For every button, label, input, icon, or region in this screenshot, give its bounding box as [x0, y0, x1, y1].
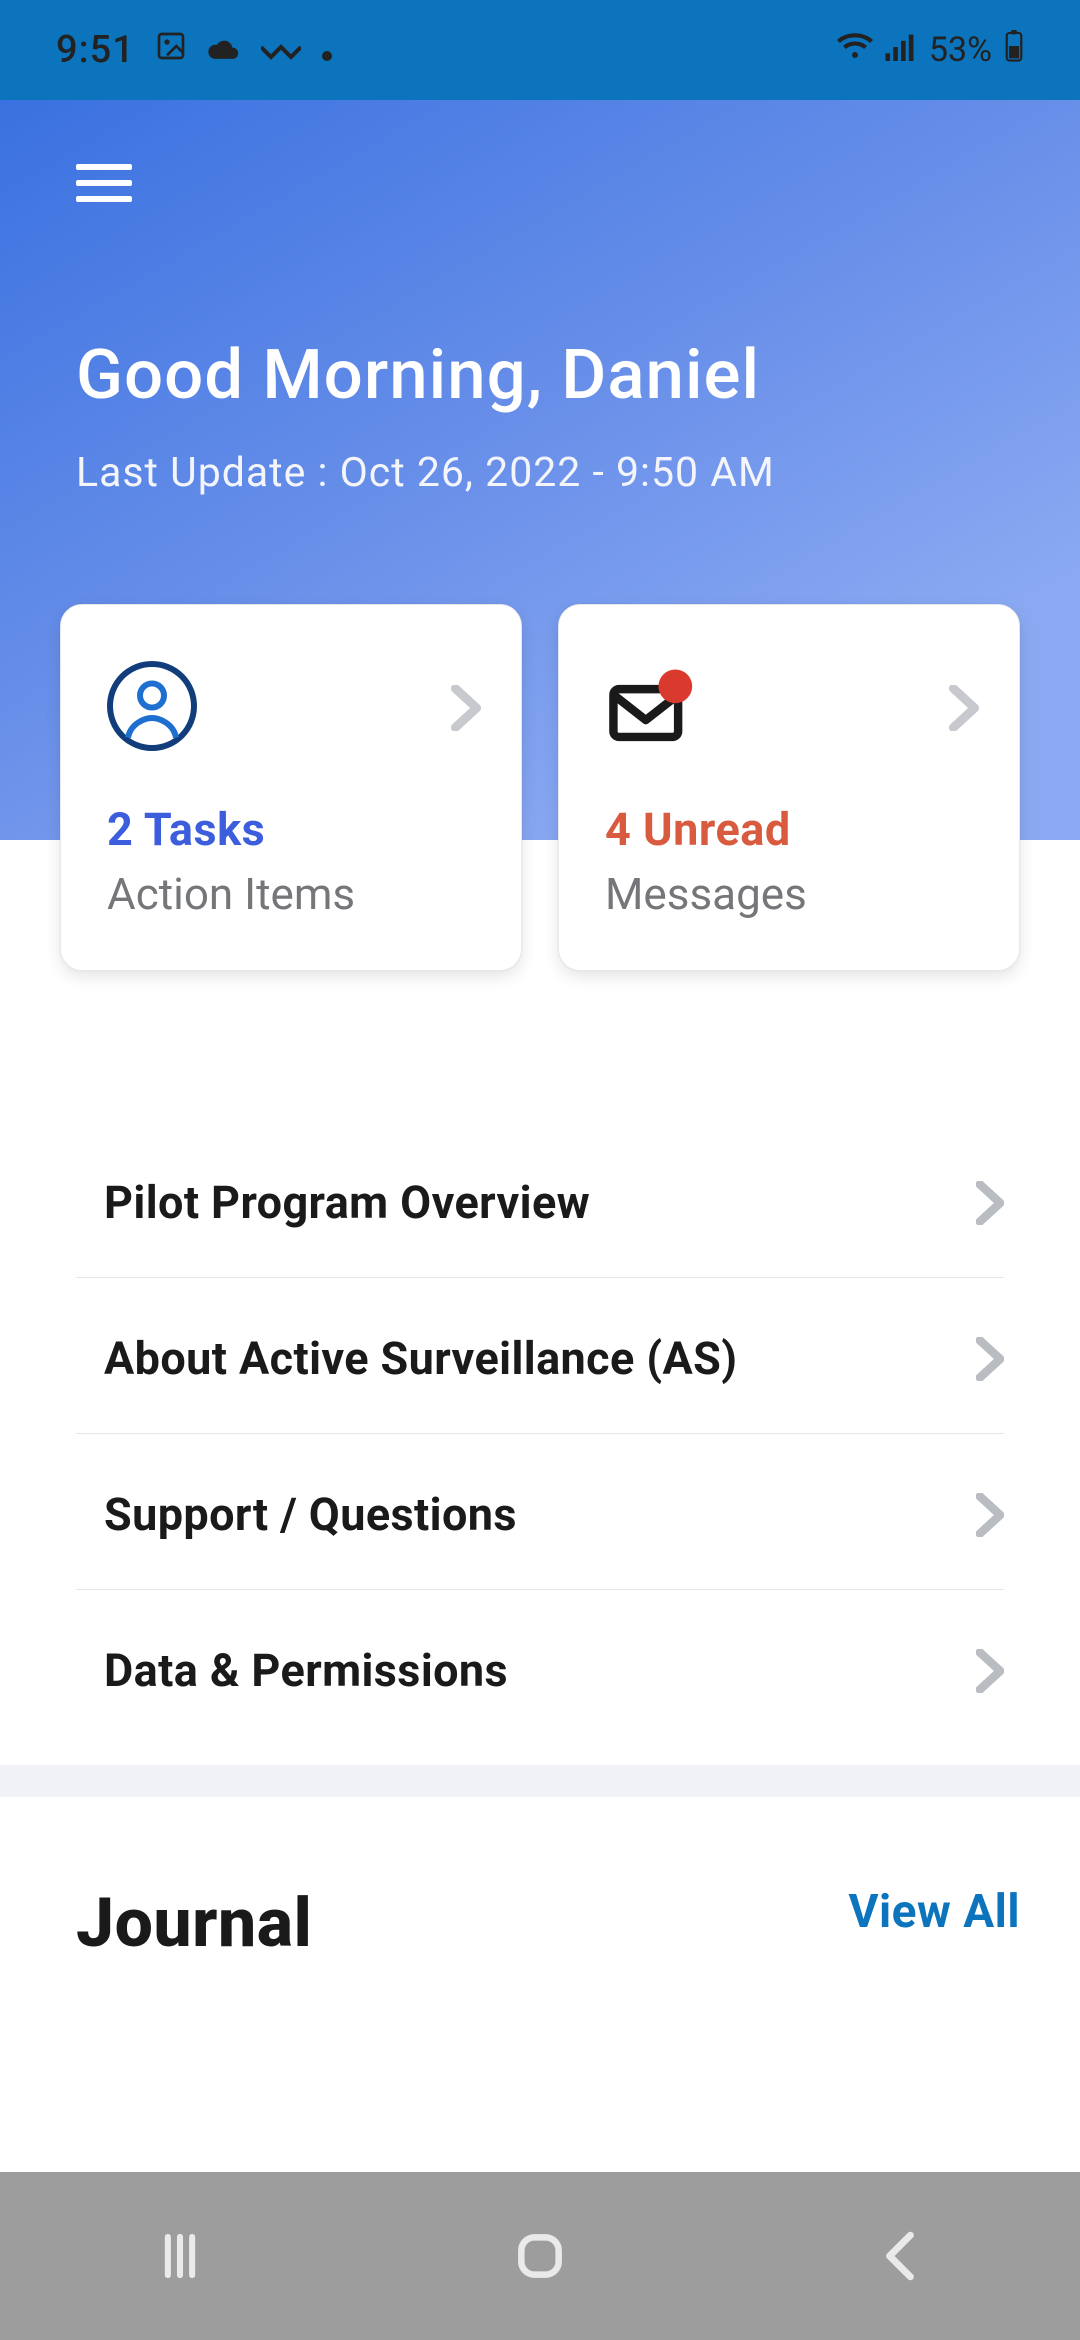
unread-count: 4 Unread	[605, 803, 979, 856]
chevron-right-icon	[451, 685, 481, 731]
journal-header: Journal View All	[0, 1797, 1080, 1963]
dot-icon	[321, 28, 333, 72]
user-icon	[107, 661, 197, 755]
unread-card[interactable]: 4 Unread Messages	[558, 604, 1020, 971]
mail-notification-icon	[605, 661, 695, 755]
last-update-text: Last Update : Oct 26, 2022 - 9:50 AM	[76, 449, 1004, 497]
journal-title: Journal	[76, 1883, 312, 1963]
back-button[interactable]	[800, 2206, 1000, 2306]
system-nav-bar	[0, 2172, 1080, 2340]
chevron-right-icon	[976, 1493, 1004, 1537]
hamburger-icon[interactable]	[76, 150, 132, 216]
link-label: Data & Permissions	[104, 1644, 508, 1697]
cloud-icon	[207, 28, 241, 72]
unread-label: Messages	[605, 868, 979, 920]
summary-cards: 2 Tasks Action Items 4 Unread Messages	[60, 604, 1020, 971]
chevron-right-icon	[976, 1337, 1004, 1381]
tasks-label: Action Items	[107, 868, 481, 920]
view-all-button[interactable]: View All	[848, 1885, 1020, 1939]
status-right: 53%	[837, 30, 1024, 71]
link-support[interactable]: Support / Questions	[76, 1434, 1004, 1590]
tasks-count: 2 Tasks	[107, 803, 481, 856]
status-left: 9:51	[56, 28, 333, 72]
battery-icon	[1004, 30, 1024, 71]
greeting-text: Good Morning, Daniel	[76, 334, 1004, 415]
chevron-right-icon	[976, 1649, 1004, 1693]
signal-icon	[885, 30, 917, 70]
link-about-as[interactable]: About Active Surveillance (AS)	[76, 1278, 1004, 1434]
link-data-permissions[interactable]: Data & Permissions	[76, 1590, 1004, 1745]
main-content: Pilot Program Overview About Active Surv…	[0, 840, 1080, 2340]
recent-apps-button[interactable]	[80, 2206, 280, 2306]
link-label: About Active Surveillance (AS)	[104, 1332, 737, 1385]
section-divider	[0, 1765, 1080, 1797]
battery-percent: 53%	[929, 30, 992, 70]
link-label: Pilot Program Overview	[104, 1176, 590, 1229]
status-time: 9:51	[56, 28, 135, 72]
links-list: Pilot Program Overview About Active Surv…	[76, 1122, 1004, 1745]
zigzag-icon	[261, 28, 301, 72]
wifi-icon	[837, 30, 873, 70]
home-button[interactable]	[440, 2206, 640, 2306]
chevron-right-icon	[949, 685, 979, 731]
image-icon	[155, 28, 187, 72]
tasks-card[interactable]: 2 Tasks Action Items	[60, 604, 522, 971]
chevron-right-icon	[976, 1181, 1004, 1225]
status-bar: 9:51 53%	[0, 0, 1080, 100]
link-label: Support / Questions	[104, 1488, 517, 1541]
link-pilot-program[interactable]: Pilot Program Overview	[76, 1122, 1004, 1278]
